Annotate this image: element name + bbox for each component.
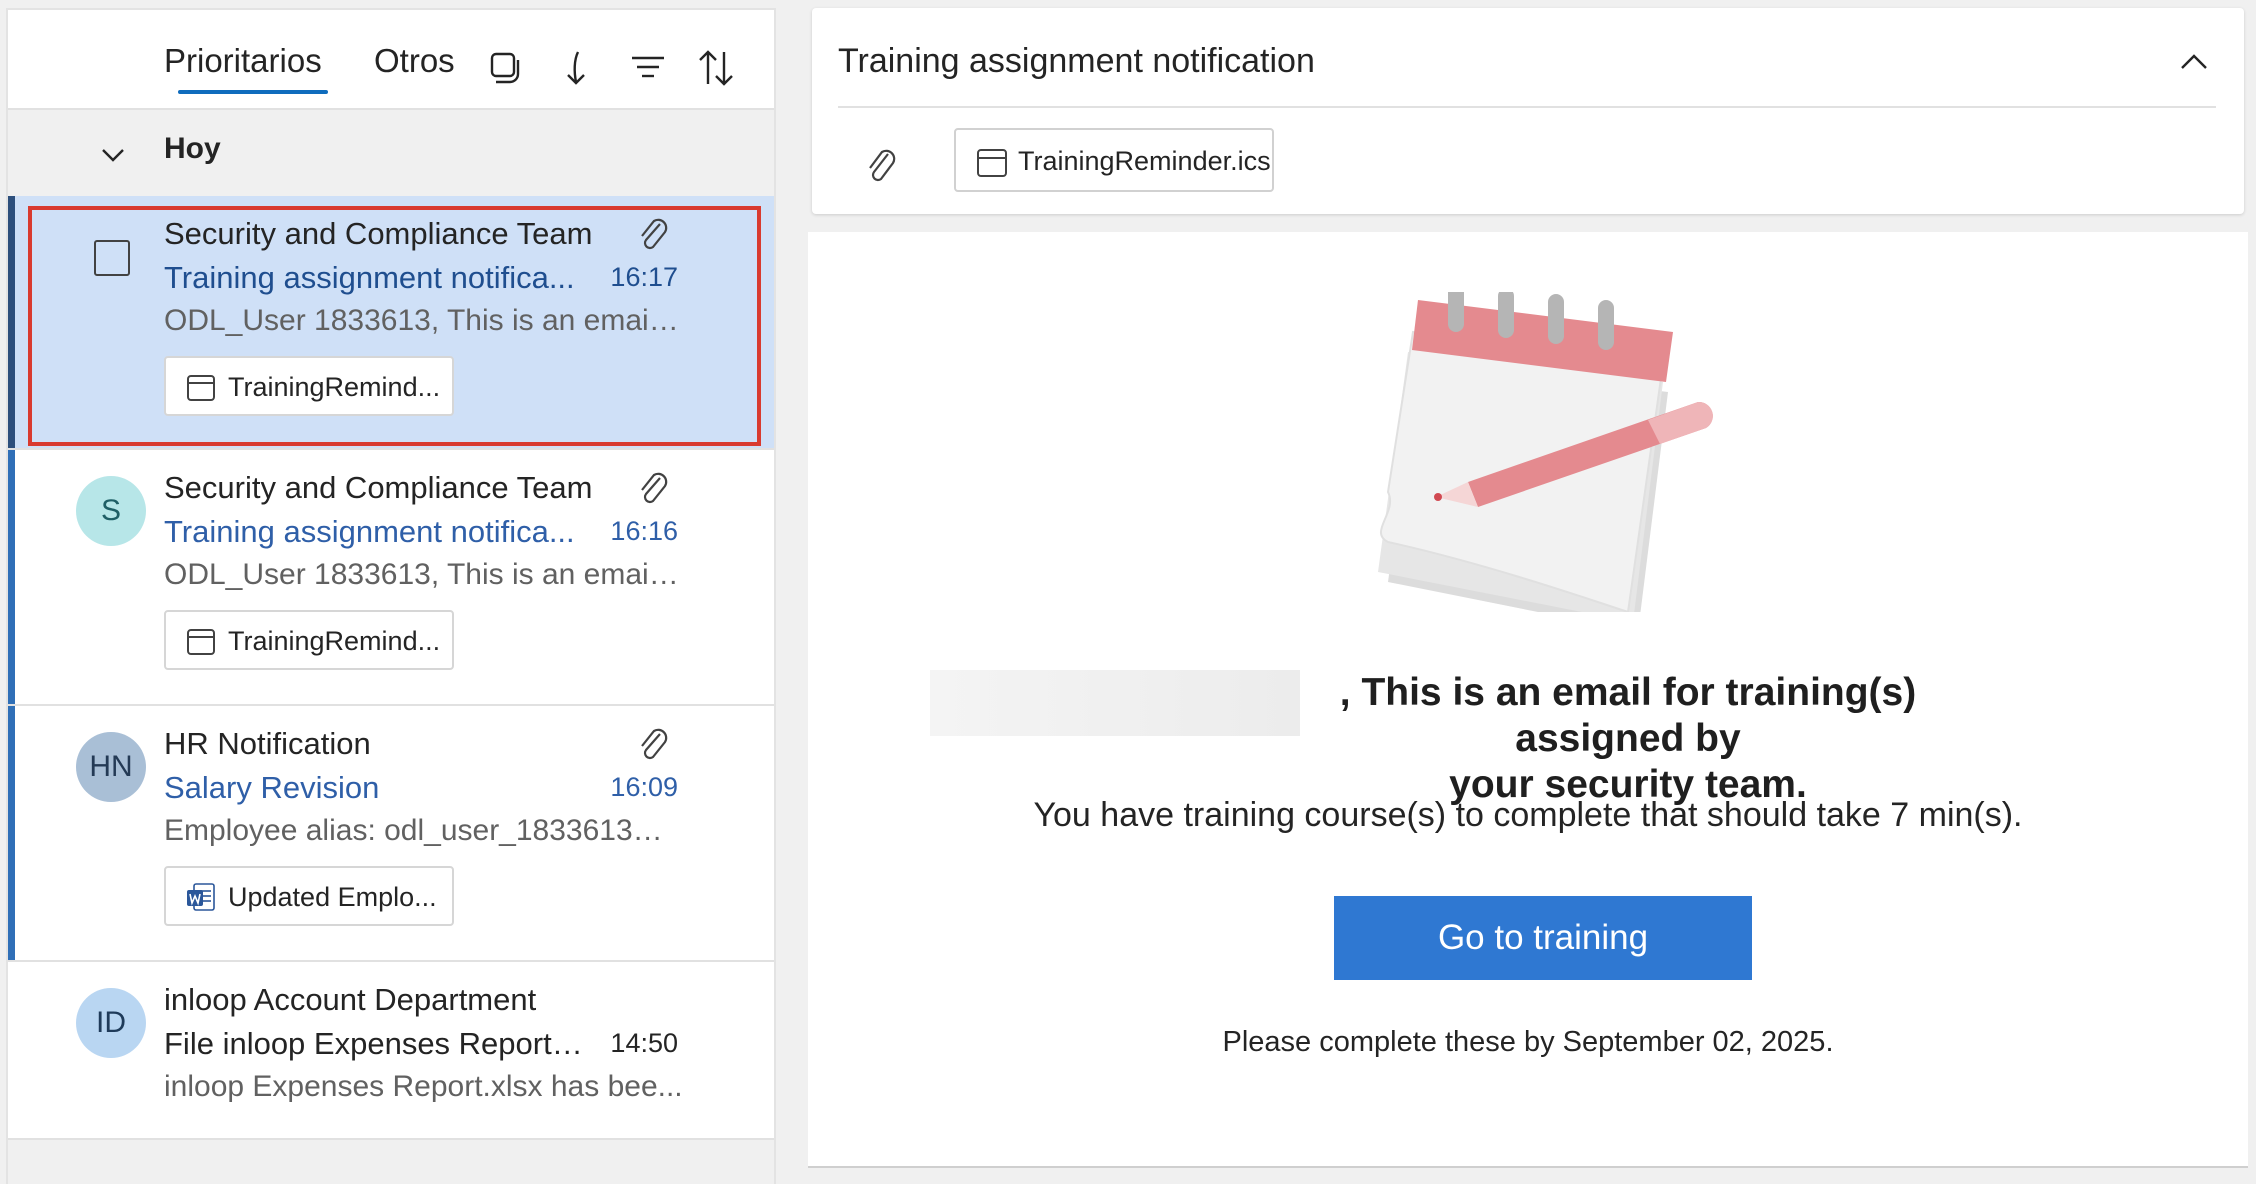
email-subject-title: Training assignment notification xyxy=(838,42,1315,80)
filter-icon[interactable] xyxy=(628,48,668,88)
attachment-icon xyxy=(869,149,896,182)
attachment-name: TrainingReminder.ics xyxy=(1018,146,1271,176)
message-item[interactable]: Security and Compliance Team Training as… xyxy=(8,196,774,450)
message-time: 14:50 xyxy=(610,1028,678,1058)
message-item[interactable]: HN HR Notification Salary Revision 16:09… xyxy=(8,706,774,962)
attachment-name: TrainingRemind... xyxy=(228,626,441,656)
jump-to-icon[interactable] xyxy=(556,48,596,88)
headline-line-1: , This is an email for training(s) assig… xyxy=(1339,671,1917,760)
tab-otros[interactable]: Otros xyxy=(374,42,455,80)
message-item[interactable]: ID inloop Account Department File inloop… xyxy=(8,962,774,1140)
message-preview: ODL_User 1833613, This is an email ... xyxy=(164,558,684,591)
email-headline: , This is an email for training(s) assig… xyxy=(1298,670,1958,808)
chevron-down-icon[interactable] xyxy=(98,140,128,170)
attachment-chip[interactable]: TrainingRemind... xyxy=(164,610,454,670)
unread-indicator xyxy=(8,450,15,704)
divider xyxy=(838,106,2216,108)
calendar-icon xyxy=(187,629,215,655)
attachment-icon xyxy=(641,728,668,760)
message-list-header: Prioritarios Otros xyxy=(8,10,774,110)
message-preview: inloop Expenses Report.xlsx has bee... xyxy=(164,1070,683,1103)
message-time: 16:16 xyxy=(610,516,678,546)
select-mode-icon[interactable] xyxy=(486,48,526,88)
active-tab-indicator xyxy=(178,90,328,94)
message-sender: inloop Account Department xyxy=(164,982,537,1017)
tab-prioritarios[interactable]: Prioritarios xyxy=(164,42,322,80)
reading-pane-header: Training assignment notification Trainin… xyxy=(812,8,2244,214)
unread-indicator xyxy=(8,706,15,960)
redacted-recipient-name xyxy=(930,670,1300,736)
avatar: ID xyxy=(76,988,146,1058)
message-preview: Employee alias: odl_user_1833613@... xyxy=(164,814,684,847)
selection-highlight-box xyxy=(28,206,761,446)
message-subject: Training assignment notifica... xyxy=(164,514,575,549)
message-sender: Security and Compliance Team xyxy=(164,470,593,505)
message-time: 16:09 xyxy=(610,772,678,802)
chevron-up-icon[interactable] xyxy=(2174,42,2214,82)
attachment-name: Updated Emplo... xyxy=(228,882,437,912)
sort-icon[interactable] xyxy=(696,48,736,88)
calendar-icon xyxy=(977,149,1007,177)
word-document-icon xyxy=(187,883,215,911)
group-header-today[interactable]: Hoy xyxy=(8,110,774,196)
message-sender: HR Notification xyxy=(164,726,371,761)
avatar: S xyxy=(76,476,146,546)
message-list-pane: Prioritarios Otros Hoy Security and Comp… xyxy=(6,8,776,1184)
attachment-chip[interactable]: TrainingReminder.ics xyxy=(954,128,1274,192)
group-label: Hoy xyxy=(164,132,221,165)
unread-indicator xyxy=(8,196,15,448)
message-subject: Salary Revision xyxy=(164,770,380,805)
attachment-icon xyxy=(641,472,668,504)
go-to-training-button[interactable]: Go to training xyxy=(1334,896,1752,980)
email-body: , This is an email for training(s) assig… xyxy=(808,232,2248,1168)
message-subject: File inloop Expenses Report.x... xyxy=(164,1026,584,1061)
attachment-chip[interactable]: Updated Emplo... xyxy=(164,866,454,926)
message-item[interactable]: S Security and Compliance Team Training … xyxy=(8,450,774,706)
deadline-text: Please complete these by September 02, 2… xyxy=(1222,1026,1834,1058)
course-duration-text: You have training course(s) to complete … xyxy=(1033,796,2023,834)
calendar-illustration xyxy=(1378,292,1713,612)
avatar: HN xyxy=(76,732,146,802)
